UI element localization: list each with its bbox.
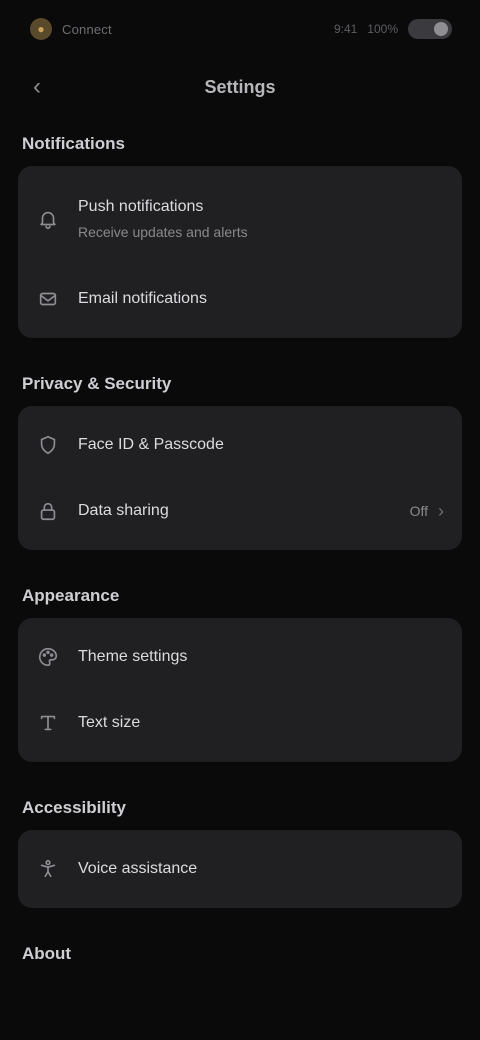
theme-settings-label: Theme settings [78,648,188,666]
data-sharing-row[interactable]: Data sharing Off › [18,478,462,544]
data-sharing-value: Off [409,503,428,519]
face-id-passcode-row[interactable]: Face ID & Passcode [18,412,462,478]
text-icon [36,711,60,735]
email-notifications-label: Email notifications [78,290,207,308]
palette-icon [36,645,60,669]
shield-icon [36,433,60,457]
settings-screen: ● Connect 9:41 100% ‹ Settings Notificat… [0,0,480,1040]
push-notifications-row[interactable]: Push notifications Receive updates and a… [18,172,462,266]
section-title-appearance: Appearance [22,586,120,605]
section-title-notifications: Notifications [22,134,125,153]
status-app-name: Connect [62,21,112,37]
battery-icon [408,19,452,39]
email-notifications-text: Email notifications [78,288,444,310]
section-title-accessibility: Accessibility [22,798,126,817]
section-appearance: Appearance Theme settings Text size [0,572,480,762]
section-accessibility: Accessibility Voice assistance [0,784,480,908]
voice-assistance-text: Voice assistance [78,858,444,880]
page-title: Settings [204,76,276,97]
voice-assistance-row[interactable]: Voice assistance [18,836,462,902]
battery-indicator [434,22,448,36]
chevron-right-icon: › [438,500,444,521]
accessibility-icon [36,857,60,881]
face-id-passcode-text: Face ID & Passcode [78,434,444,456]
push-notifications-subtitle: Receive updates and alerts [78,224,248,241]
status-battery-text: 100% [367,22,398,36]
mail-icon [36,287,60,311]
push-notifications-label: Push notifications [78,197,204,215]
lock-icon [36,499,60,523]
status-right: 9:41 100% [334,19,452,39]
text-size-text: Text size [78,712,444,734]
email-notifications-row[interactable]: Email notifications [18,266,462,332]
privacy-security-card: Face ID & Passcode Data sharing Off › [18,406,462,550]
accessibility-card: Voice assistance [18,830,462,908]
section-privacy-security: Privacy & Security Face ID & Passcode Da… [0,360,480,550]
section-title-about: About [22,944,72,963]
notifications-card: Push notifications Receive updates and a… [18,166,462,338]
bell-icon [36,207,60,231]
section-notifications: Notifications Push notifications Receive… [0,120,480,338]
theme-settings-text: Theme settings [78,646,444,668]
push-notifications-text: Push notifications Receive updates and a… [78,196,444,242]
status-bar: ● Connect 9:41 100% [0,0,480,58]
theme-settings-row[interactable]: Theme settings [18,624,462,690]
section-title-privacy-security: Privacy & Security [22,374,172,393]
face-id-passcode-label: Face ID & Passcode [78,436,224,454]
section-about: About [0,930,480,976]
text-size-row[interactable]: Text size [18,690,462,756]
appearance-card: Theme settings Text size [18,618,462,762]
data-sharing-text: Data sharing [78,500,398,522]
status-left: ● Connect [30,18,112,40]
status-time: 9:41 [333,22,358,36]
back-button[interactable]: ‹ [20,70,54,104]
top-nav: ‹ Settings [0,58,480,116]
voice-assistance-label: Voice assistance [78,860,198,878]
text-size-label: Text size [78,714,141,732]
data-sharing-label: Data sharing [78,502,169,520]
app-logo-icon: ● [30,18,52,40]
